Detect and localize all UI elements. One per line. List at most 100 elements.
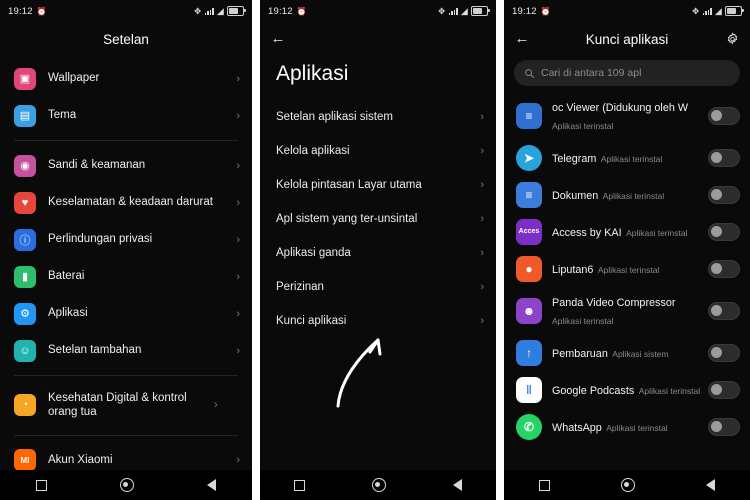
- apps-item-label: Perizinan: [276, 281, 324, 293]
- app-lock-row[interactable]: ☻ Panda Video Compressor Aplikasi terins…: [504, 287, 750, 334]
- wifi-icon: ◢: [460, 5, 468, 16]
- back-arrow-icon[interactable]: ←: [514, 31, 530, 47]
- back-triangle-icon[interactable]: [206, 479, 216, 491]
- app-lock-row[interactable]: ● Liputan6 Aplikasi terinstal: [504, 250, 750, 287]
- settings-item-baterai[interactable]: ▮ Baterai ›: [0, 258, 252, 295]
- battery-icon: [227, 6, 246, 16]
- chevron-right-icon: ›: [480, 145, 484, 157]
- app-lock-toggle[interactable]: [708, 417, 740, 436]
- status-clock: 19:12: [268, 5, 293, 17]
- settings-item-keselamatan-darurat[interactable]: ♥ Keselamatan & keadaan darurat ›: [0, 184, 252, 221]
- curved-arrow-annotation: [336, 338, 382, 408]
- search-placeholder: Cari di antara 109 apl: [541, 67, 642, 79]
- settings-item-label: Akun Xiaomi: [48, 454, 113, 467]
- apps-item-perizinan[interactable]: Perizinan ›: [260, 270, 496, 304]
- app-lock-toggle[interactable]: [708, 259, 740, 278]
- app-lock-list: ≡ oc Viewer (Didukung oleh W Aplikasi te…: [504, 92, 750, 445]
- chevron-right-icon: ›: [236, 344, 240, 357]
- alarm-clock-icon: ⏰: [296, 6, 307, 16]
- apps-item-label: Aplikasi ganda: [276, 247, 351, 259]
- app-lock-toggle[interactable]: [708, 343, 740, 362]
- bluetooth-icon: ✥: [194, 5, 202, 16]
- chevron-right-icon: ›: [236, 196, 240, 209]
- app-name: Access by KAI: [552, 226, 622, 239]
- bluetooth-icon: ✥: [438, 5, 446, 16]
- settings-item-perlindungan-privasi[interactable]: ⓘ Perlindungan privasi ›: [0, 221, 252, 258]
- apps-item-kelola-aplikasi[interactable]: Kelola aplikasi ›: [260, 134, 496, 168]
- app-lock-toggle[interactable]: [708, 106, 740, 125]
- navigation-bar: [0, 470, 252, 500]
- wallpaper-icon: ▣: [14, 67, 36, 90]
- chevron-right-icon: ›: [236, 307, 240, 320]
- app-name: WhatsApp: [552, 421, 602, 434]
- home-circle-icon[interactable]: [119, 478, 134, 492]
- apps-item-aplikasi-ganda[interactable]: Aplikasi ganda ›: [260, 236, 496, 270]
- recents-square-icon[interactable]: [539, 479, 551, 491]
- app-lock-row[interactable]: ‖ Google Podcasts Aplikasi terinstal: [504, 371, 750, 408]
- search-input[interactable]: Cari di antara 109 apl: [514, 60, 740, 86]
- app-name: Dokumen: [552, 189, 599, 202]
- app-lock-toggle[interactable]: [708, 301, 740, 320]
- app-lock-toggle[interactable]: [708, 148, 740, 167]
- settings-item-tema[interactable]: ▤ Tema ›: [0, 97, 252, 134]
- status-clock: 19:12: [512, 5, 537, 17]
- settings-item-wallpaper[interactable]: ▣ Wallpaper ›: [0, 60, 252, 97]
- apps-item-label: Setelan aplikasi sistem: [276, 111, 393, 123]
- settings-item-aplikasi[interactable]: ⚙ Aplikasi ›: [0, 295, 252, 332]
- apps-item-label: Kelola pintasan Layar utama: [276, 179, 422, 191]
- app-subtitle: Aplikasi terinstal: [606, 422, 668, 433]
- battery-icon: [471, 6, 490, 16]
- recents-square-icon[interactable]: [36, 479, 48, 491]
- settings-item-label: Tema: [48, 109, 77, 122]
- privacy-icon: ⓘ: [14, 228, 36, 251]
- app-lock-row[interactable]: ✆ WhatsApp Aplikasi terinstal: [504, 408, 750, 445]
- app-lock-row[interactable]: ≡ Dokumen Aplikasi terinstal: [504, 176, 750, 213]
- apps-item-setelan-aplikasi-sistem[interactable]: Setelan aplikasi sistem ›: [260, 100, 496, 134]
- chevron-right-icon: ›: [214, 399, 218, 412]
- lock-icon: ◉: [14, 154, 36, 177]
- chevron-right-icon: ›: [236, 454, 240, 467]
- app-subtitle: Aplikasi terinstal: [626, 227, 688, 238]
- app-lock-row[interactable]: Acces Access by KAI Aplikasi terinstal: [504, 213, 750, 250]
- wifi-icon: ◢: [216, 5, 224, 16]
- alarm-clock-icon: ⏰: [36, 6, 47, 16]
- chevron-right-icon: ›: [480, 111, 484, 123]
- recents-square-icon[interactable]: [293, 479, 305, 491]
- back-triangle-icon[interactable]: [705, 479, 715, 491]
- settings-item-kesehatan-digital[interactable]: ◔ Kesehatan Digital & kontrol orang tua …: [0, 382, 252, 429]
- app-lock-toggle[interactable]: [708, 380, 740, 399]
- updater-icon: ↑: [516, 339, 542, 366]
- apps-item-kunci-aplikasi[interactable]: Kunci aplikasi ›: [260, 304, 496, 338]
- documents-icon: ≡: [516, 181, 542, 208]
- chevron-right-icon: ›: [480, 247, 484, 259]
- settings-item-label: Kesehatan Digital & kontrol orang tua: [48, 392, 187, 419]
- apps-item-kelola-pintasan[interactable]: Kelola pintasan Layar utama ›: [260, 168, 496, 202]
- battery-settings-icon: ▮: [14, 265, 36, 288]
- alarm-clock-icon: ⏰: [540, 6, 551, 16]
- gear-icon[interactable]: [725, 32, 740, 47]
- page-title: Aplikasi: [276, 62, 349, 85]
- app-lock-row[interactable]: ≡ oc Viewer (Didukung oleh W Aplikasi te…: [504, 92, 750, 139]
- apps-item-apl-sistem-terunsintal[interactable]: Apl sistem yang ter-unsintal ›: [260, 202, 496, 236]
- app-subtitle: Aplikasi terinstal: [638, 385, 701, 396]
- settings-item-setelan-tambahan[interactable]: ☺ Setelan tambahan ›: [0, 332, 252, 369]
- chevron-right-icon: ›: [236, 159, 240, 172]
- apps-item-label: Kunci aplikasi: [276, 315, 347, 327]
- chevron-right-icon: ›: [480, 213, 484, 225]
- access-by-kai-icon: Acces: [516, 218, 542, 245]
- app-lock-row[interactable]: ➤ Telegram Aplikasi terinstal: [504, 139, 750, 176]
- navigation-bar: [260, 470, 496, 500]
- home-circle-icon[interactable]: [371, 478, 386, 492]
- app-lock-toggle[interactable]: [708, 222, 740, 241]
- settings-item-sandi-keamanan[interactable]: ◉ Sandi & keamanan ›: [0, 147, 252, 184]
- chevron-right-icon: ›: [236, 109, 240, 122]
- app-lock-toggle[interactable]: [708, 185, 740, 204]
- back-triangle-icon[interactable]: [453, 479, 463, 491]
- home-circle-icon[interactable]: [620, 478, 635, 492]
- app-name: Pembaruan: [552, 347, 608, 360]
- chevron-right-icon: ›: [480, 315, 484, 327]
- app-lock-row[interactable]: ↑ Pembaruan Aplikasi sistem: [504, 334, 750, 371]
- signal-bars-icon: [702, 7, 712, 15]
- settings-item-label: Wallpaper: [48, 72, 100, 85]
- back-arrow-icon[interactable]: ←: [270, 31, 286, 47]
